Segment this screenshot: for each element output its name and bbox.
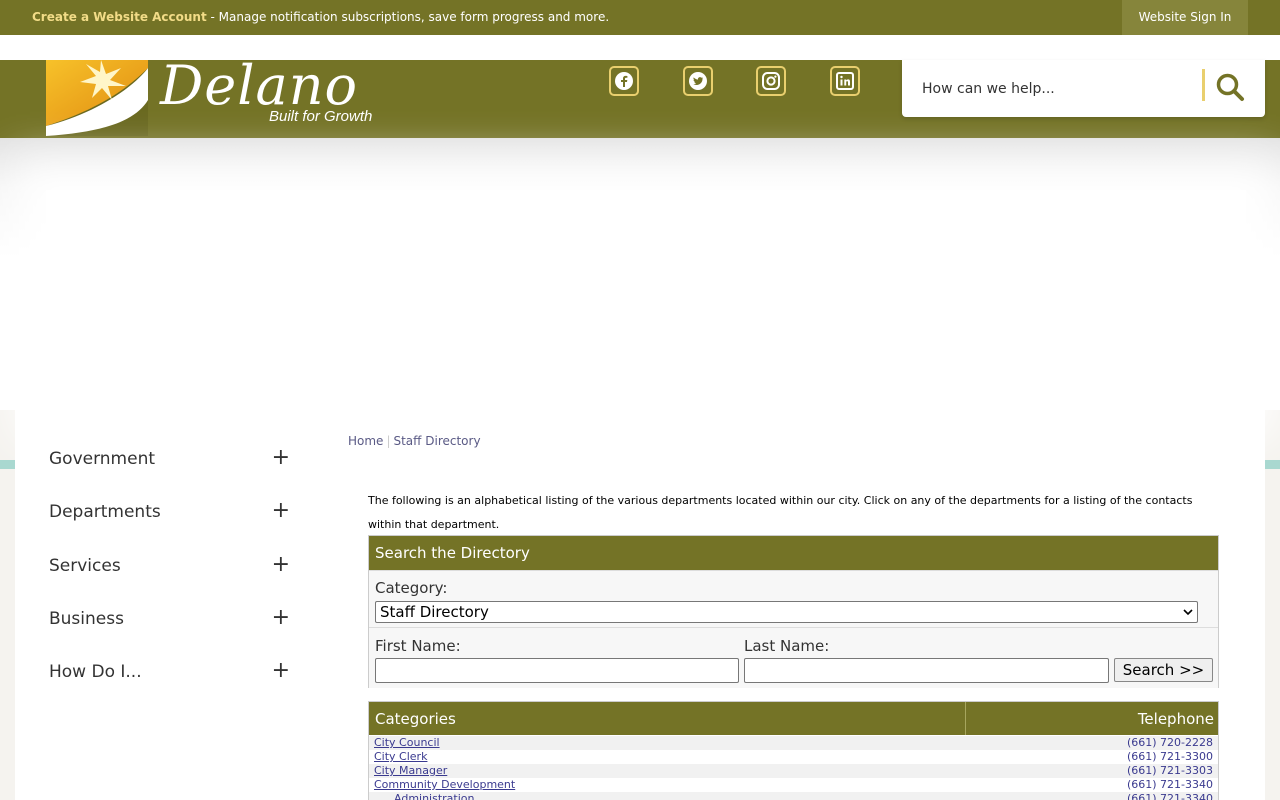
sidebar-item-label: Business [49,609,124,629]
sidebar-item-departments[interactable]: Departments + [49,498,294,528]
sidebar-item-label: Departments [49,502,161,522]
first-name-input[interactable] [375,658,739,683]
directory-search-heading: Search the Directory [369,536,1218,570]
expand-plus-icon[interactable]: + [272,605,290,630]
category-telephone: (661) 721-3340 [1126,778,1213,791]
category-link[interactable]: City Clerk [374,750,427,763]
breadcrumb-home-link[interactable]: Home [348,434,383,448]
name-search-row: First Name: Last Name: Search >> [369,628,1218,688]
categories-table-header: Categories Telephone [369,702,1218,735]
sidebar-item-business[interactable]: Business + [49,605,294,635]
account-message: Create a Website Account - Manage notifi… [32,10,609,24]
chevron-down-icon [1183,609,1193,616]
category-selected-value: Staff Directory [380,603,489,621]
website-sign-in-button[interactable]: Website Sign In [1122,0,1248,35]
logo-tagline: Built for Growth [269,108,373,125]
category-row: Category: Staff Directory [369,570,1218,628]
categories-table: Categories Telephone City Council (661) … [368,701,1219,800]
category-telephone: (661) 721-3300 [1126,750,1213,763]
linkedin-icon[interactable] [830,66,860,96]
account-bar: Create a Website Account - Manage notifi… [0,0,1280,35]
category-link[interactable]: City Council [374,736,440,749]
last-name-label: Last Name: [744,637,830,655]
category-telephone: (661) 720-2228 [1126,736,1213,749]
category-select[interactable]: Staff Directory [375,601,1198,623]
table-row: City Manager (661) 721-3303 [369,764,1218,778]
search-divider [1202,69,1205,101]
breadcrumb-separator: | [386,434,391,448]
site-search-input[interactable] [922,74,1192,104]
column-divider [965,702,966,735]
directory-search-panel: Search the Directory Category: Staff Dir… [368,535,1219,688]
category-label: Category: [375,579,448,597]
last-name-input[interactable] [744,658,1109,683]
account-message-text: - Manage notification subscriptions, sav… [206,10,610,24]
expand-plus-icon[interactable]: + [272,658,290,683]
category-link[interactable]: City Manager [374,764,447,777]
categories-column-header: Categories [375,710,456,728]
first-name-label: First Name: [375,637,461,655]
sidebar-item-label: How Do I... [49,662,142,682]
directory-search-button[interactable]: Search >> [1114,658,1213,682]
sidebar-item-label: Services [49,556,121,576]
hero-banner-area [46,190,1246,410]
breadcrumb: Home | Staff Directory [348,434,481,448]
category-link[interactable]: Community Development [374,778,515,791]
expand-plus-icon[interactable]: + [272,445,290,470]
table-row: Administration (661) 721-3340 [369,792,1218,800]
table-row: City Council (661) 720-2228 [369,736,1218,750]
expand-plus-icon[interactable]: + [272,552,290,577]
search-icon[interactable] [1214,71,1246,103]
sidebar-item-government[interactable]: Government + [49,445,294,475]
category-link[interactable]: Administration [394,792,475,800]
instagram-icon[interactable] [756,66,786,96]
category-telephone: (661) 721-3303 [1126,764,1213,777]
sun-logo-icon [46,60,148,136]
site-logo[interactable]: Delano Built for Growth [46,54,386,136]
sidebar-item-how-do-i[interactable]: How Do I... + [49,658,294,688]
sidebar-item-services[interactable]: Services + [49,552,294,582]
facebook-icon[interactable] [609,66,639,96]
table-row: City Clerk (661) 721-3300 [369,750,1218,764]
telephone-column-header: Telephone [1137,710,1214,728]
intro-text: The following is an alphabetical listing… [368,494,1193,531]
table-row: Community Development (661) 721-3340 [369,778,1218,792]
create-account-link[interactable]: Create a Website Account [32,10,207,24]
breadcrumb-current[interactable]: Staff Directory [393,434,480,448]
twitter-icon[interactable] [683,66,713,96]
expand-plus-icon[interactable]: + [272,498,290,523]
sidebar-item-label: Government [49,449,156,469]
site-search [902,60,1265,117]
category-telephone: (661) 721-3340 [1126,792,1213,800]
